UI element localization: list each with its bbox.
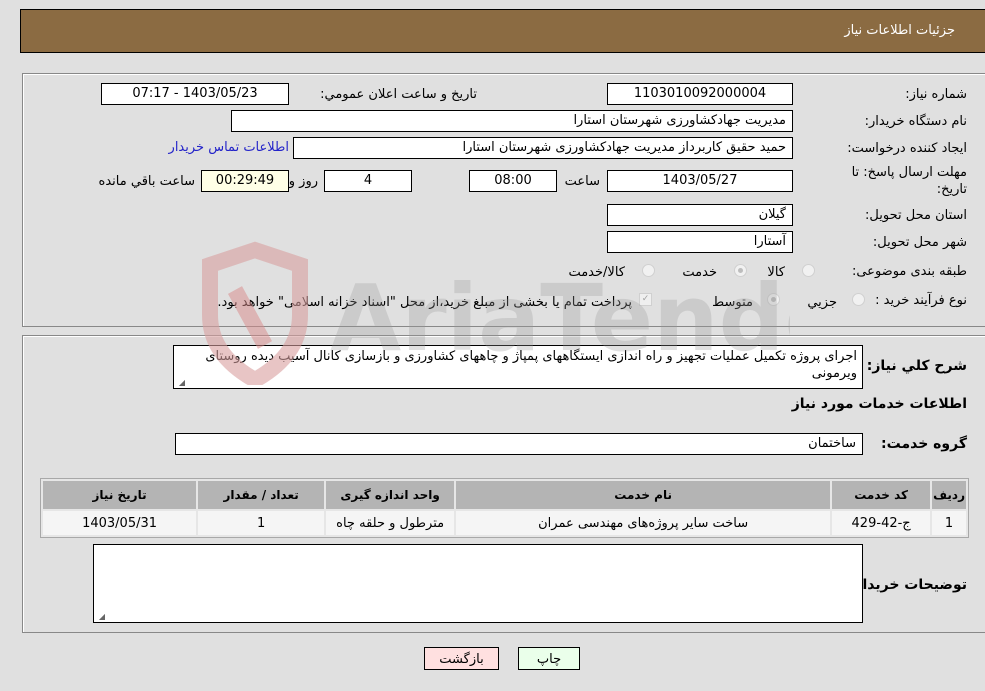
- col-header-quantity: تعداد / مقدار: [198, 481, 325, 509]
- cell-service-code: ج-42-429: [832, 511, 931, 535]
- print-button[interactable]: چاپ: [518, 647, 580, 670]
- need-number-label: شماره نیاز:: [905, 87, 967, 102]
- col-header-need-date: تاریخ نیاز: [43, 481, 197, 509]
- city-field: آستارا: [607, 231, 793, 253]
- province-field: گیلان: [607, 204, 793, 226]
- city-label: شهر محل تحویل:: [872, 235, 967, 250]
- days-remaining-field: 4: [324, 170, 412, 192]
- remaining-time-field: 00:29:49: [201, 170, 289, 192]
- buyer-notes-textarea[interactable]: ◢: [93, 544, 863, 623]
- category-label: طبقه بندی موضوعی:: [851, 264, 967, 279]
- resize-grip-icon[interactable]: ◢: [176, 378, 185, 387]
- treasury-note: پرداخت تمام یا بخشی از مبلغ خرید،از محل …: [217, 295, 632, 310]
- description-label: شرح کلي نیاز:: [866, 358, 967, 374]
- services-table-header: ردیف کد خدمت نام خدمت واحد اندازه گیری ت…: [43, 481, 966, 509]
- description-textarea[interactable]: اجرای پروژه تکمیل عملیات تجهیز و راه اند…: [173, 345, 863, 389]
- cell-need-date: 1403/05/31: [43, 511, 197, 535]
- service-group-field: ساختمان: [175, 433, 863, 455]
- page-title: جزئیات اطلاعات نیاز: [844, 23, 955, 38]
- cell-quantity: 1: [198, 511, 325, 535]
- back-button[interactable]: بازگشت: [424, 647, 499, 670]
- need-info-panel: شماره نیاز: 1103010092000004 تاریخ و ساع…: [22, 73, 985, 327]
- col-header-unit: واحد اندازه گیری: [326, 481, 455, 509]
- category-radio-goods[interactable]: [802, 264, 815, 277]
- buyer-org-label: نام دستگاه خریدار:: [864, 114, 967, 129]
- buyer-notes-label: توضیحات خریدار:: [848, 577, 967, 593]
- buyer-org-field: مدیریت جهادکشاورزی شهرستان استارا: [231, 110, 793, 132]
- announce-datetime-field: 1403/05/23 - 07:17: [101, 83, 289, 105]
- category-radio-service[interactable]: [734, 264, 747, 277]
- cell-row-number: 1: [932, 511, 966, 535]
- process-option-medium: متوسط: [712, 295, 753, 310]
- need-number-field: 1103010092000004: [607, 83, 793, 105]
- process-option-minor: جزيي: [807, 295, 837, 310]
- table-row: 1 ج-42-429 ساخت سایر پروژه‌های مهندسی عم…: [43, 511, 966, 535]
- announce-datetime-label: تاریخ و ساعت اعلان عمومي:: [320, 87, 477, 102]
- treasury-checkbox[interactable]: ✓: [639, 293, 652, 306]
- cell-unit: مترطول و حلقه چاه: [326, 511, 455, 535]
- deadline-time-label: ساعت: [564, 174, 600, 189]
- resize-grip-icon[interactable]: ◢: [96, 612, 105, 621]
- col-header-service-name: نام خدمت: [456, 481, 831, 509]
- page-header: جزئیات اطلاعات نیاز: [20, 9, 985, 53]
- col-header-row-number: ردیف: [932, 481, 966, 509]
- deadline-date-field: 1403/05/27: [607, 170, 793, 192]
- category-option-goods: کالا: [767, 265, 785, 280]
- process-radio-medium[interactable]: [767, 293, 780, 306]
- process-label: نوع فرآیند خرید :: [875, 293, 967, 308]
- description-text: اجرای پروژه تکمیل عملیات تجهیز و راه اند…: [205, 349, 857, 381]
- category-option-service: خدمت: [682, 265, 717, 280]
- process-radio-minor[interactable]: [852, 293, 865, 306]
- deadline-label: مهلت ارسال پاسخ: تا تاریخ:: [852, 164, 967, 198]
- deadline-time-field: 08:00: [469, 170, 557, 192]
- remaining-time-label: ساعت باقي مانده: [98, 174, 195, 189]
- category-option-goods-service: کالا/خدمت: [568, 265, 625, 280]
- services-section-title: اطلاعات خدمات مورد نیاز: [791, 396, 967, 412]
- requester-field: حمید حقیق کاربرداز مدیریت جهادکشاورزی شه…: [293, 137, 793, 159]
- province-label: استان محل تحویل:: [865, 208, 967, 223]
- category-radio-goods-service[interactable]: [642, 264, 655, 277]
- service-group-label: گروه خدمت:: [881, 436, 967, 452]
- col-header-service-code: کد خدمت: [832, 481, 931, 509]
- buyer-contact-link[interactable]: اطلاعات تماس خریدار: [169, 140, 289, 155]
- requester-label: ایجاد کننده درخواست:: [847, 141, 967, 156]
- days-label: روز و: [288, 174, 318, 189]
- services-table: ردیف کد خدمت نام خدمت واحد اندازه گیری ت…: [40, 478, 969, 538]
- deadline-label-line1: مهلت ارسال پاسخ: تا: [851, 165, 967, 180]
- deadline-label-line2: تاریخ:: [936, 182, 967, 197]
- need-details-panel: شرح کلي نیاز: اجرای پروژه تکمیل عملیات ت…: [22, 335, 985, 633]
- cell-service-name: ساخت سایر پروژه‌های مهندسی عمران: [456, 511, 831, 535]
